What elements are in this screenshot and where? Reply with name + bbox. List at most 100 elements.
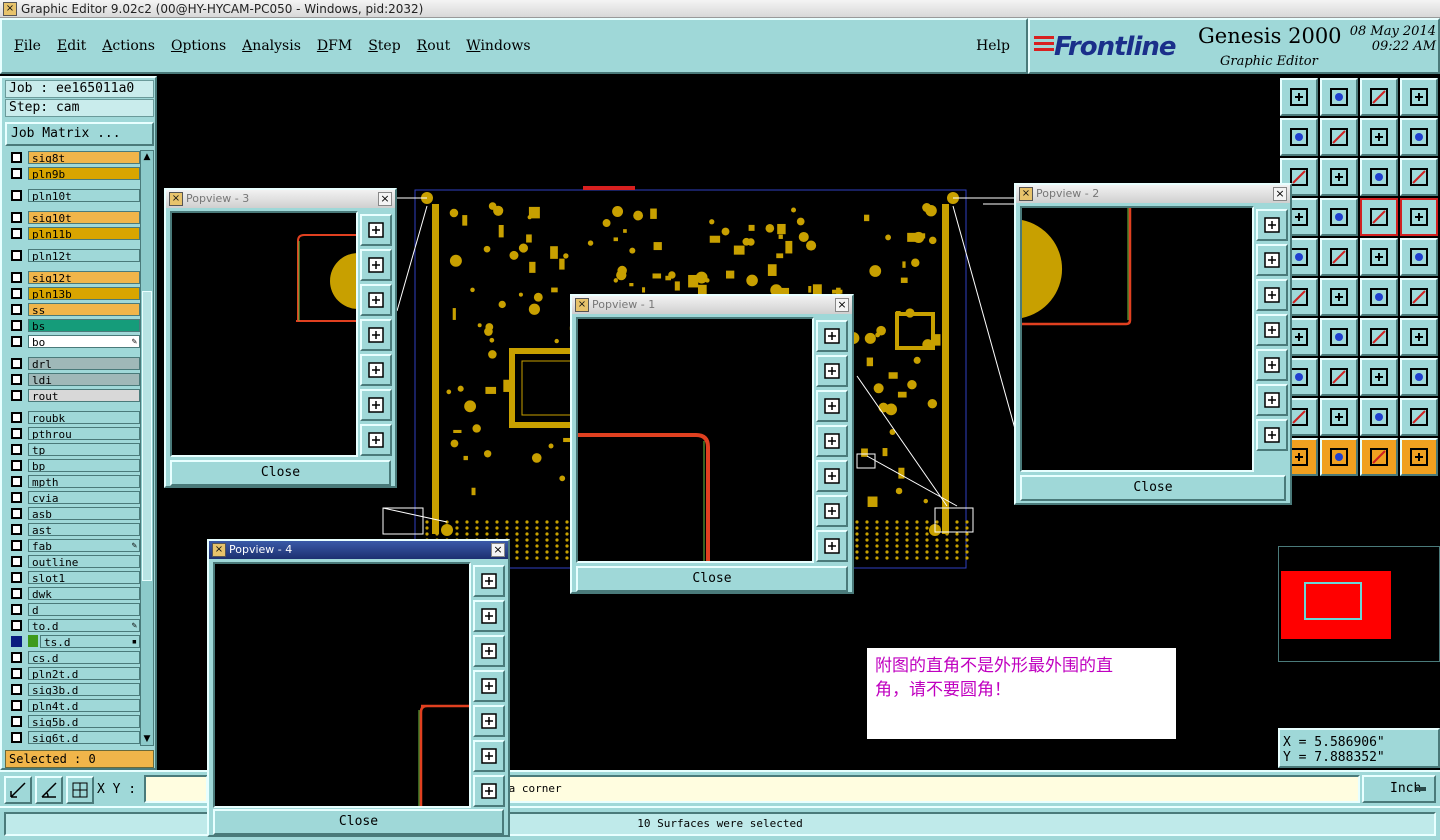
layer-row[interactable]: pln9b <box>5 166 140 180</box>
layer-row[interactable]: to.d ✎ <box>5 618 140 632</box>
popview-1-viewport[interactable] <box>576 317 814 563</box>
layer-name[interactable]: sig10t <box>28 210 140 224</box>
triangle-3-tool-button[interactable] <box>1360 398 1398 436</box>
layer-name[interactable]: fab ✎ <box>28 538 140 552</box>
layer-row[interactable]: ldi <box>5 372 140 386</box>
popview-2[interactable]: × Popview - 2 × Close <box>1014 183 1292 505</box>
layer-checkbox[interactable] <box>11 389 22 401</box>
layer-checkbox[interactable] <box>11 303 22 315</box>
layer-checkbox[interactable] <box>11 699 22 711</box>
pan-up-button[interactable] <box>1256 244 1288 276</box>
layer-row[interactable]: rout <box>5 388 140 402</box>
layer-name[interactable]: ldi <box>28 372 140 386</box>
layer-checkbox[interactable] <box>11 555 22 567</box>
pan-right-button[interactable] <box>473 705 505 737</box>
layer-checkbox[interactable] <box>11 475 22 487</box>
layer-name[interactable]: drl <box>28 356 140 370</box>
layer-name[interactable]: bo ✎ <box>28 334 140 348</box>
layer-list-scrollbar[interactable]: ▲ ▼ <box>140 150 154 746</box>
layer-checkbox[interactable] <box>11 507 22 519</box>
layer-row[interactable]: mpth <box>5 474 140 488</box>
menu-actions[interactable]: Actions <box>102 38 155 54</box>
zoom-home-button[interactable] <box>360 214 392 246</box>
pan-up-button[interactable] <box>360 249 392 281</box>
layer-row[interactable]: slot1 <box>5 570 140 584</box>
layer-checkbox[interactable] <box>11 357 22 369</box>
layer-name[interactable]: cvia <box>28 490 140 504</box>
select-box-tool-button[interactable] <box>1320 438 1358 476</box>
line-draw-tool-button[interactable] <box>1320 318 1358 356</box>
pan-down-button[interactable] <box>473 635 505 667</box>
menu-analysis[interactable]: Analysis <box>242 38 301 54</box>
snap-mode-button[interactable] <box>4 776 32 804</box>
pan-up-button[interactable] <box>473 600 505 632</box>
bar-tool-button[interactable] <box>1320 358 1358 396</box>
zoom-home-button[interactable] <box>473 565 505 597</box>
node-edit-tool-button[interactable] <box>1400 438 1438 476</box>
layer-checkbox[interactable] <box>11 271 22 283</box>
layer-name[interactable]: pln4t.d <box>28 698 140 712</box>
popview-1-close-button[interactable]: Close <box>576 566 848 592</box>
grid-tool-button[interactable] <box>1320 198 1358 236</box>
popview-3-viewport[interactable] <box>170 211 386 457</box>
move-down-tool-button[interactable] <box>1320 78 1358 116</box>
home-tool-button[interactable] <box>1360 78 1398 116</box>
layer-name[interactable]: d <box>28 602 140 616</box>
menu-windows[interactable]: Windows <box>466 38 530 54</box>
layer-name[interactable]: pln9b <box>28 166 140 180</box>
layer-row[interactable]: pln4t.d <box>5 698 140 712</box>
layer-row[interactable]: ss <box>5 302 140 316</box>
menu-dfm[interactable]: DFM <box>317 38 352 54</box>
layer-row[interactable]: bs <box>5 318 140 332</box>
menu-file[interactable]: File <box>14 38 41 54</box>
layer-name[interactable]: sig6t.d <box>28 730 140 744</box>
layer-row[interactable]: ts.d ▪ <box>5 634 140 648</box>
pointer-box-tool-button[interactable] <box>1360 438 1398 476</box>
layer-row[interactable]: pln10t <box>5 188 140 202</box>
layer-checkbox[interactable] <box>11 167 22 179</box>
pan-left-button[interactable] <box>473 670 505 702</box>
zoom-out-button[interactable] <box>1256 419 1288 451</box>
layer-name[interactable]: ts.d ▪ <box>40 634 140 648</box>
layer-name[interactable]: pln12t <box>28 248 140 262</box>
triangle-2-tool-button[interactable] <box>1320 398 1358 436</box>
job-matrix-button[interactable]: Job Matrix ... <box>5 122 154 146</box>
layer-row[interactable]: sig6t.d <box>5 730 140 744</box>
pan-down-button[interactable] <box>1256 279 1288 311</box>
layer-name[interactable]: sig5b.d <box>28 714 140 728</box>
layer-row[interactable]: fab ✎ <box>5 538 140 552</box>
layer-row[interactable]: ast <box>5 522 140 536</box>
menu-options[interactable]: Options <box>171 38 226 54</box>
popview-4[interactable]: × Popview - 4 × Close <box>207 539 510 837</box>
zoom-center-tool-button[interactable] <box>1320 158 1358 196</box>
zoom-home-button[interactable] <box>1256 209 1288 241</box>
close-icon[interactable]: × <box>491 543 505 557</box>
layer-checkbox[interactable] <box>11 651 22 663</box>
layer-row[interactable]: pln13b <box>5 286 140 300</box>
popview-3-close-button[interactable]: Close <box>170 460 391 486</box>
s-curve-tool-button[interactable] <box>1400 118 1438 156</box>
scroll-thumb[interactable] <box>142 291 152 581</box>
layer-row[interactable]: cvia <box>5 490 140 504</box>
popview-1[interactable]: × Popview - 1 × Close <box>570 294 854 594</box>
pan-down-button[interactable] <box>816 390 848 422</box>
layer-name[interactable]: pthrou <box>28 426 140 440</box>
layer-name[interactable]: slot1 <box>28 570 140 584</box>
close-icon[interactable]: × <box>1273 187 1287 201</box>
layer-name[interactable]: ss <box>28 302 140 316</box>
layer-checkbox[interactable] <box>11 715 22 727</box>
units-dropdown[interactable]: Inch <box>1362 775 1436 803</box>
red-select-2-tool-button[interactable] <box>1400 198 1438 236</box>
layer-checkbox[interactable] <box>11 523 22 535</box>
layer-checkbox[interactable] <box>11 373 22 385</box>
layer-row[interactable]: pln12t <box>5 248 140 262</box>
zoom-out-button[interactable] <box>473 775 505 807</box>
layer-row[interactable]: sig3b.d <box>5 682 140 696</box>
close-icon[interactable]: × <box>835 298 849 312</box>
layer-checkbox[interactable] <box>11 571 22 583</box>
layer-checkbox[interactable] <box>11 443 22 455</box>
layer-checkbox[interactable] <box>11 411 22 423</box>
zoom-in-button[interactable] <box>360 389 392 421</box>
pad-select-tool-button[interactable] <box>1400 238 1438 276</box>
layer-row[interactable]: d <box>5 602 140 616</box>
